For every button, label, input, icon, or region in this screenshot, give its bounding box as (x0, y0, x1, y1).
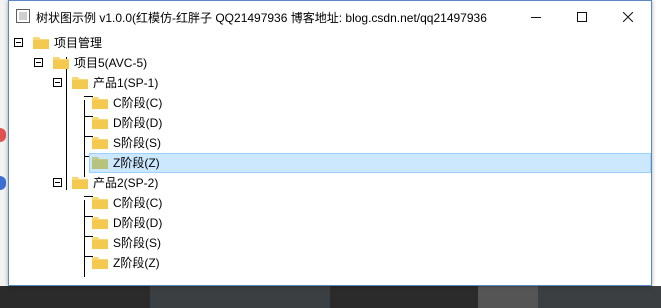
collapse-icon[interactable] (34, 58, 43, 67)
background-panel (150, 286, 330, 308)
tree-item-label: 产品1(SP-1) (93, 76, 159, 90)
folder-icon (92, 157, 108, 169)
tree-item-stage[interactable]: D阶段(D) (9, 113, 651, 133)
folder-icon (92, 257, 108, 269)
folder-icon (92, 217, 108, 229)
tree-item-label: S阶段(S) (113, 236, 162, 250)
tree-item-project[interactable]: 项目5(AVC-5) (9, 53, 651, 73)
tree-item-stage-selected[interactable]: Z阶段(Z) (9, 153, 651, 173)
tree-item-stage[interactable]: S阶段(S) (9, 233, 651, 253)
window-title: 树状图示例 v1.0.0(红模仿-红胖子 QQ21497936 博客地址: bl… (36, 11, 487, 25)
background-code-edge (652, 0, 661, 308)
minimize-button[interactable] (513, 1, 559, 32)
tree-item-label: 项目管理 (54, 36, 103, 50)
folder-icon (92, 137, 108, 149)
folder-icon (33, 37, 49, 49)
close-icon (623, 11, 633, 22)
tree-item-product[interactable]: 产品1(SP-1) (9, 73, 651, 93)
folder-icon (53, 57, 69, 69)
background-panel (538, 286, 661, 308)
tree-item-label: D阶段(D) (113, 116, 163, 130)
tree-item-stage[interactable]: C阶段(C) (9, 193, 651, 213)
tree-item-stage[interactable]: S阶段(S) (9, 133, 651, 153)
maximize-icon (577, 11, 587, 22)
folder-icon (92, 237, 108, 249)
collapse-icon[interactable] (53, 78, 62, 87)
tree-item-label: S阶段(S) (113, 136, 162, 150)
tree-item-label: Z阶段(Z) (113, 156, 160, 170)
folder-icon (92, 97, 108, 109)
folder-icon (72, 77, 88, 89)
tree-view-window: 树状图示例 v1.0.0(红模仿-红胖子 QQ21497936 博客地址: bl… (8, 0, 652, 286)
tree-item-label: Z阶段(Z) (113, 256, 160, 270)
background-editor-edge (0, 0, 8, 286)
tree-item-root[interactable]: 项目管理 (9, 33, 651, 53)
tree-item-stage[interactable]: D阶段(D) (9, 213, 651, 233)
tree-item-label: 项目5(AVC-5) (74, 56, 148, 70)
minimize-icon (531, 16, 541, 18)
tree-item-label: C阶段(C) (113, 196, 163, 210)
tree-item-label: 产品2(SP-2) (93, 176, 159, 190)
background-panel (478, 286, 538, 308)
collapse-icon[interactable] (14, 38, 23, 47)
tree-item-label: C阶段(C) (113, 96, 163, 110)
close-button[interactable] (605, 1, 651, 32)
folder-icon (72, 177, 88, 189)
folder-icon (92, 197, 108, 209)
collapse-icon[interactable] (53, 178, 62, 187)
tree-view[interactable]: 项目管理 项目5(AVC-5) 产品1(SP-1) C阶段(C) D阶段(D) … (9, 32, 651, 285)
tree-item-label: D阶段(D) (113, 216, 163, 230)
tree-item-stage[interactable]: C阶段(C) (9, 93, 651, 113)
tree-item-product[interactable]: 产品2(SP-2) (9, 173, 651, 193)
selection-highlight (89, 153, 651, 173)
tree-item-stage[interactable]: Z阶段(Z) (9, 253, 651, 273)
app-icon (16, 9, 30, 23)
maximize-button[interactable] (559, 1, 605, 32)
title-bar[interactable]: 树状图示例 v1.0.0(红模仿-红胖子 QQ21497936 博客地址: bl… (9, 1, 651, 32)
folder-icon (92, 117, 108, 129)
